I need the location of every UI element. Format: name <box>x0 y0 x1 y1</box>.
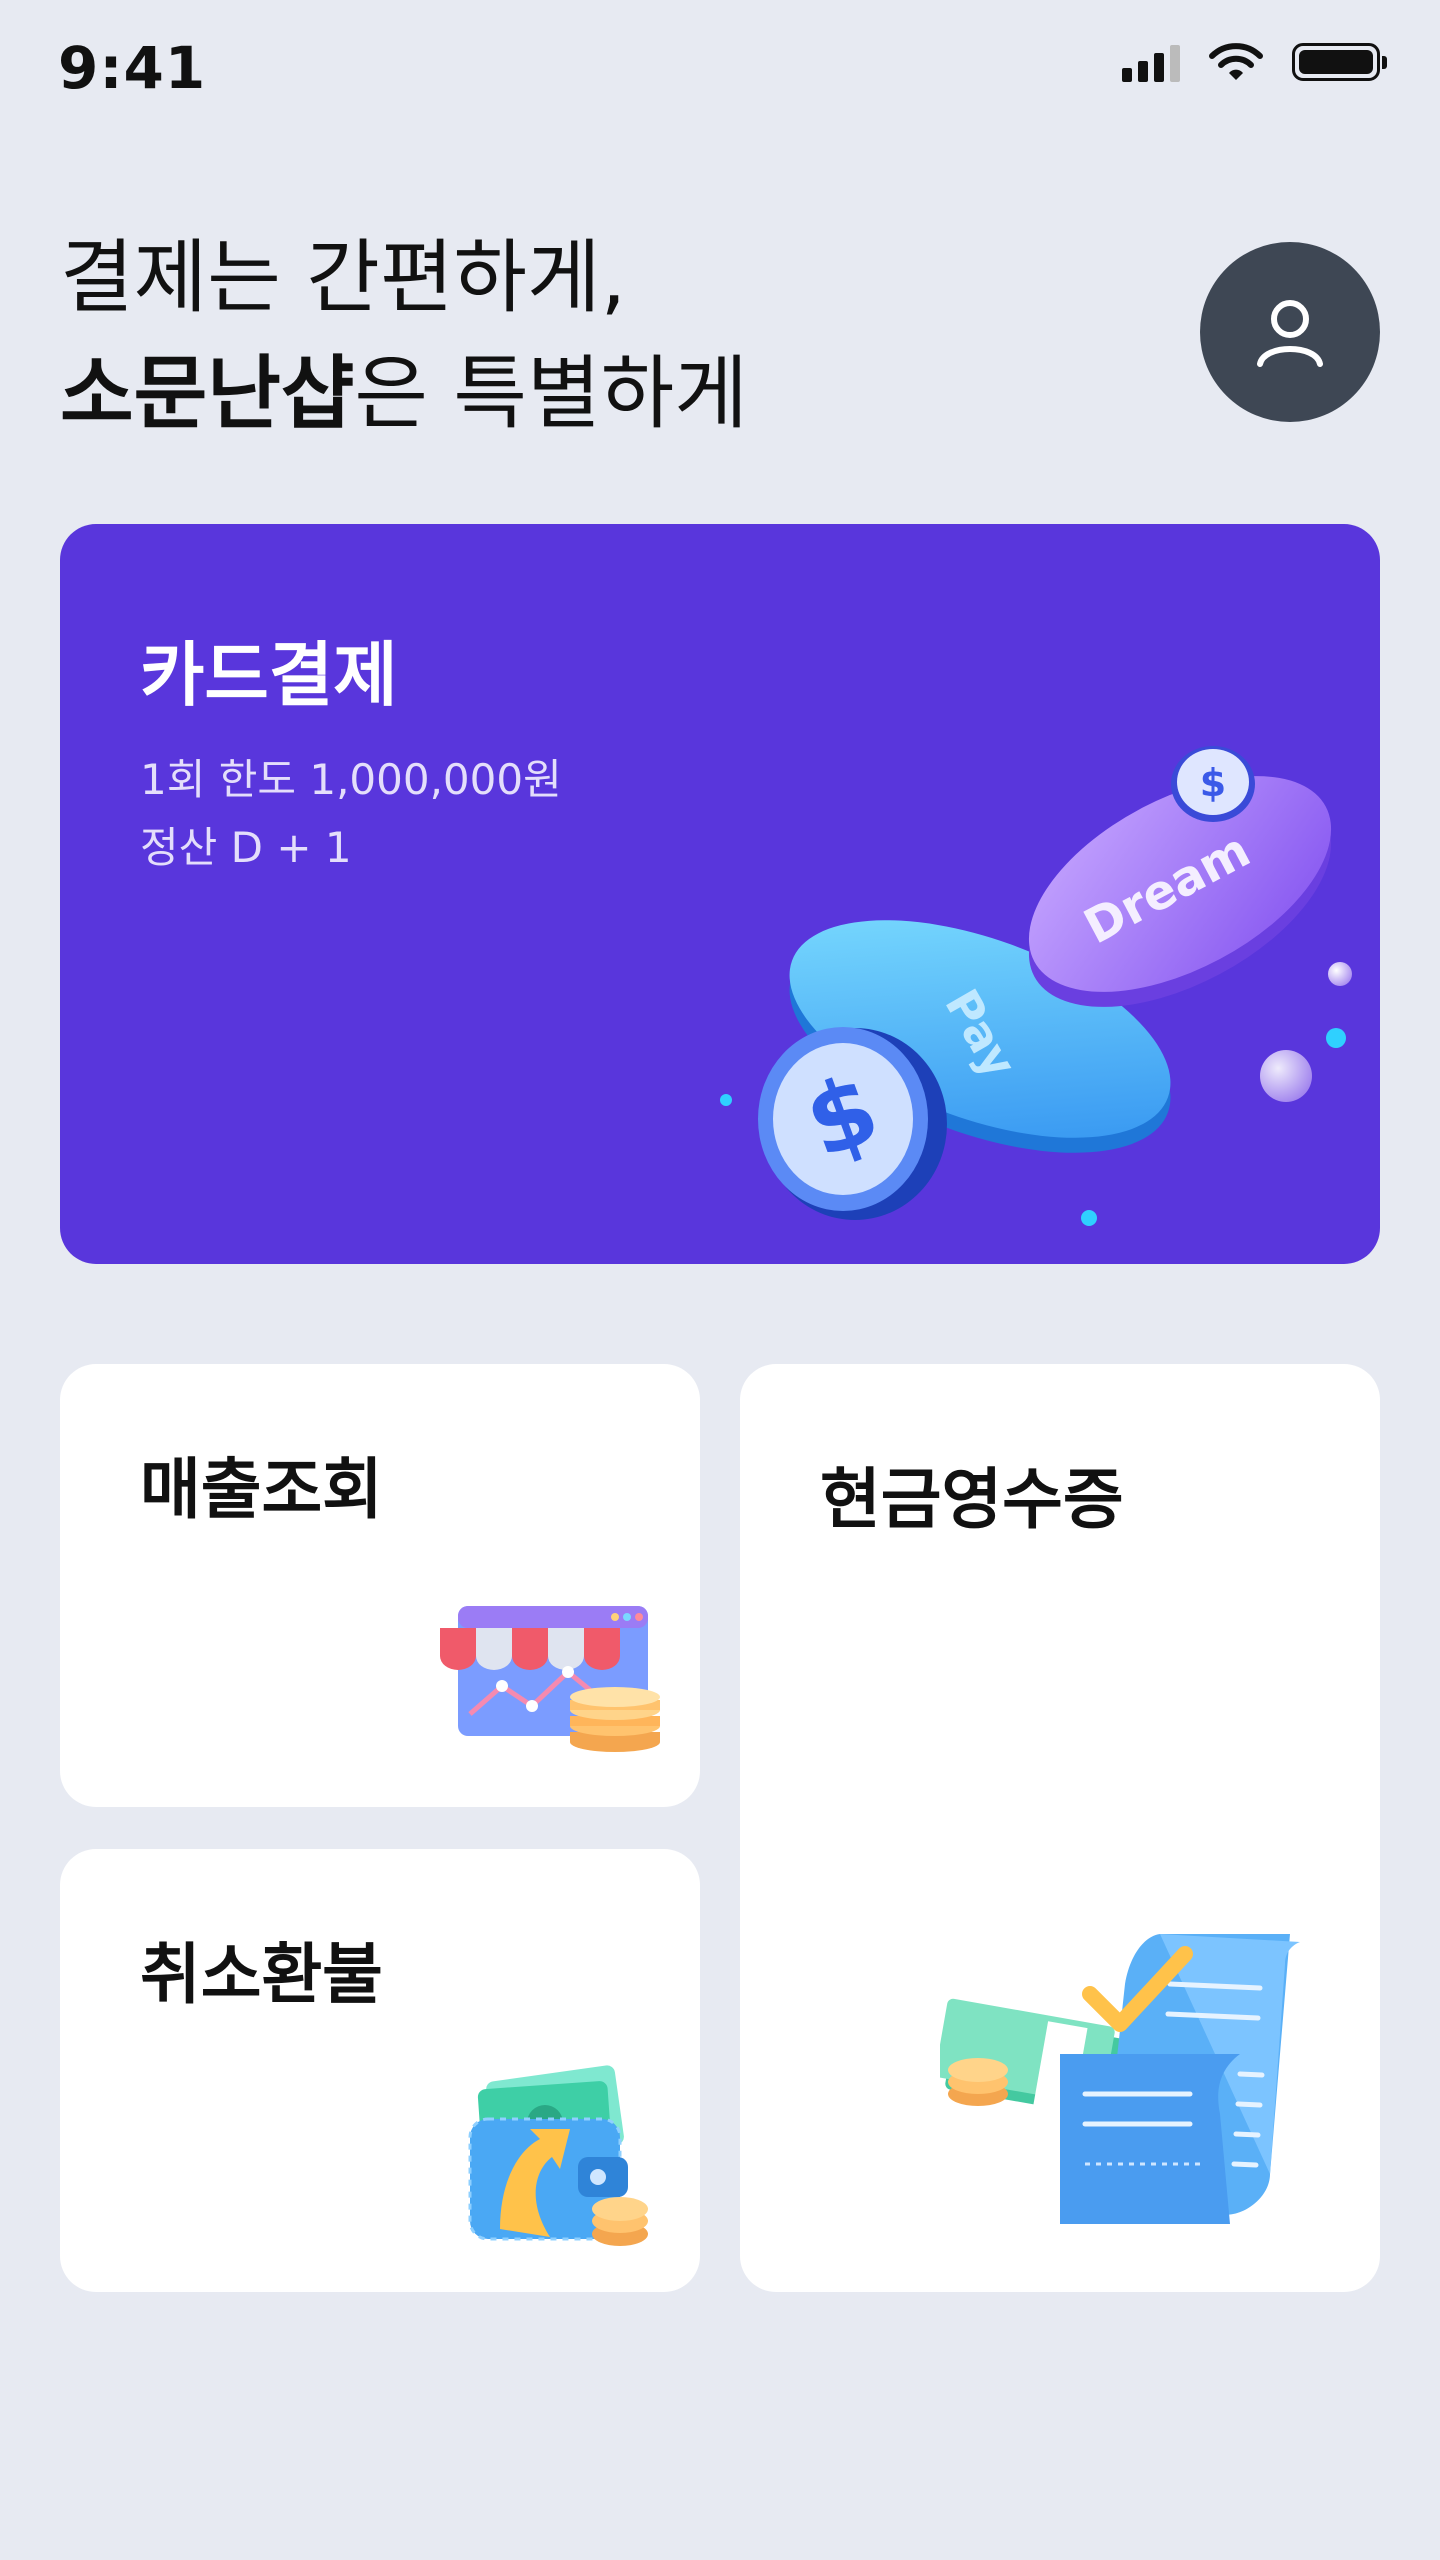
wifi-icon <box>1209 43 1263 80</box>
shop-name: 소문난샵 <box>60 347 355 440</box>
sales-inquiry-card[interactable]: 매출조회 <box>60 1364 700 1807</box>
receipt-money-icon <box>940 1934 1300 2224</box>
status-icons <box>1122 42 1387 82</box>
user-icon <box>1257 300 1323 367</box>
greeting-line-2: 소문난샵은 특별하게 <box>60 336 748 452</box>
sales-inquiry-title: 매출조회 <box>140 1451 383 1528</box>
profile-button[interactable] <box>1200 242 1380 422</box>
coins-illustration: Pay Dream $ $ <box>720 746 1352 1226</box>
payment-limit-text: 1회 한도 1,000,000원 <box>140 755 562 804</box>
status-bar: 9:41 <box>0 0 1440 140</box>
svg-text:$: $ <box>1200 761 1226 805</box>
greeting-text: 결제는 간편하게, 소문난샵은 특별하게 <box>60 220 748 452</box>
cash-receipt-card[interactable]: 현금영수증 <box>740 1364 1380 2292</box>
cellular-signal-icon <box>1122 42 1180 82</box>
card-payment-title: 카드결제 <box>140 634 398 716</box>
card-payment-card[interactable]: 카드결제 1회 한도 1,000,000원 정산 D + 1 Pay Dream… <box>60 524 1380 1264</box>
greeting-line-1: 결제는 간편하게, <box>60 231 627 324</box>
cash-receipt-title: 현금영수증 <box>820 1461 1124 1538</box>
status-time: 9:41 <box>58 34 207 102</box>
storefront-chart-icon <box>440 1606 660 1752</box>
wallet-refund-icon <box>468 2065 648 2246</box>
battery-icon <box>1292 43 1387 81</box>
cancel-refund-title: 취소환불 <box>140 1936 383 2013</box>
greeting-line-2-rest: 은 특별하게 <box>354 347 748 440</box>
settlement-text: 정산 D + 1 <box>140 823 352 872</box>
cancel-refund-card[interactable]: 취소환불 <box>60 1849 700 2292</box>
